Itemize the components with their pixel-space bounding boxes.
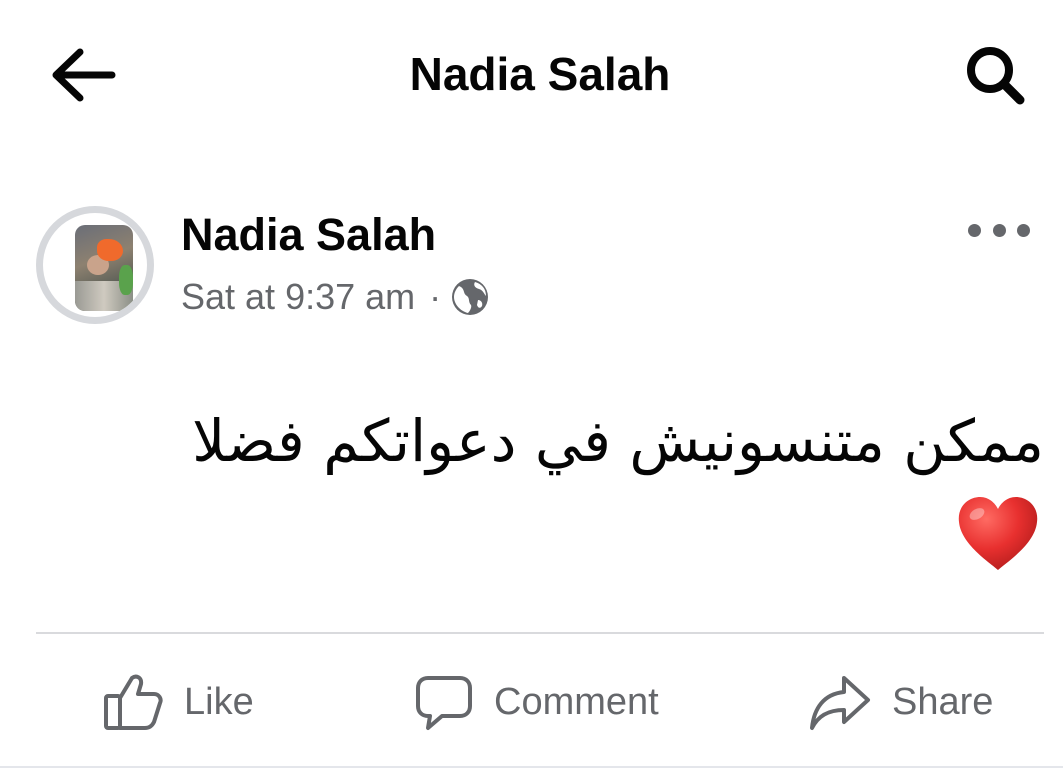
- post-text: ممكن متنسونيش في دعواتكم فضلا: [192, 407, 1044, 475]
- more-options-button[interactable]: [968, 212, 1030, 248]
- meta-separator: ·: [429, 276, 442, 317]
- post-detail-screen: Nadia Salah Nadia Salah Sat at 9:37 am ·: [0, 0, 1063, 779]
- top-bar: Nadia Salah: [0, 0, 1063, 148]
- post-meta: Sat at 9:37 am ·: [181, 274, 489, 320]
- comment-button[interactable]: Comment: [414, 664, 659, 740]
- thumbs-up-icon: [102, 672, 164, 732]
- page-title: Nadia Salah: [409, 48, 671, 100]
- heart-icon: [958, 497, 1038, 570]
- share-button[interactable]: Share: [808, 664, 993, 740]
- comment-icon: [414, 672, 474, 732]
- post-timestamp[interactable]: Sat at 9:37 am: [181, 276, 415, 318]
- comment-label: Comment: [494, 680, 659, 723]
- share-icon: [808, 672, 872, 732]
- share-label: Share: [892, 680, 994, 723]
- search-button[interactable]: [956, 38, 1036, 112]
- back-button[interactable]: [44, 40, 122, 110]
- arrow-left-icon: [52, 48, 116, 102]
- post-author-name[interactable]: Nadia Salah: [181, 208, 436, 262]
- search-icon: [967, 47, 1025, 105]
- bottom-divider: [0, 766, 1063, 768]
- profile-photo: [75, 225, 133, 311]
- globe-icon: [451, 278, 489, 316]
- like-button[interactable]: Like: [102, 664, 254, 740]
- more-horizontal-icon: [968, 223, 981, 237]
- avatar[interactable]: [36, 206, 154, 324]
- divider: [36, 632, 1044, 634]
- like-label: Like: [184, 680, 254, 723]
